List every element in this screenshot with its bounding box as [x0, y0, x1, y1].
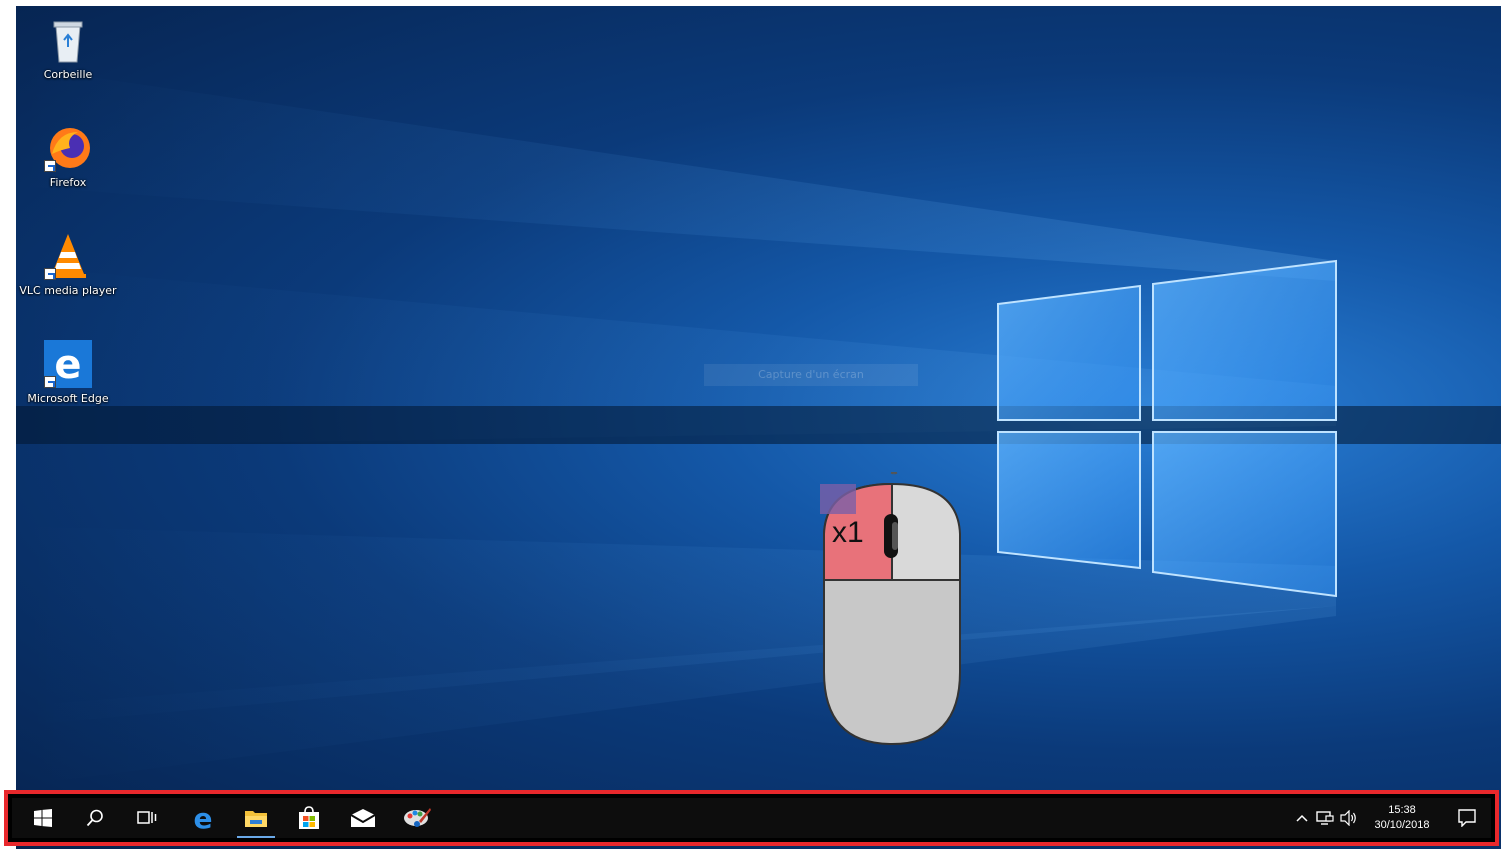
- clock-time: 15:38: [1388, 804, 1416, 816]
- taskbar: e 15:38 30/10/2018: [12, 798, 1491, 838]
- desktop-icon-label: Corbeille: [43, 68, 93, 81]
- task-view-button[interactable]: [122, 798, 172, 838]
- desktop[interactable]: Corbeille Firefox VLC media player e Mic…: [16, 6, 1501, 849]
- chevron-up-icon: [1296, 814, 1308, 822]
- start-button[interactable]: [18, 798, 68, 838]
- mouse-click-indicator: [820, 472, 961, 746]
- file-explorer-icon: [245, 811, 267, 827]
- task-view-icon: [137, 811, 157, 824]
- network-icon: [1316, 811, 1334, 825]
- taskbar-paint-button[interactable]: [392, 798, 442, 838]
- clock[interactable]: 15:38 30/10/2018: [1366, 803, 1438, 833]
- firefox-icon: [44, 124, 92, 172]
- capture-hint: Capture d'un écran: [704, 364, 918, 386]
- svg-text:e: e: [54, 342, 81, 388]
- edge-icon: e: [44, 340, 92, 388]
- desktop-icon-label: Microsoft Edge: [27, 392, 109, 405]
- search-icon: [86, 809, 103, 827]
- action-center-button[interactable]: [1450, 798, 1484, 838]
- paint-icon: [404, 808, 431, 827]
- mail-icon: [350, 809, 376, 827]
- desktop-icon-label: Firefox: [49, 176, 87, 189]
- clock-date: 30/10/2018: [1374, 819, 1430, 831]
- action-center-icon: [1458, 809, 1476, 827]
- show-hidden-icons-button[interactable]: [1292, 798, 1312, 838]
- desktop-icon-label: VLC media player: [19, 284, 117, 297]
- recycle-bin-icon: [44, 16, 92, 64]
- network-button[interactable]: [1314, 798, 1336, 838]
- desktop-icon-vlc[interactable]: VLC media player: [16, 232, 120, 297]
- volume-icon: [1340, 810, 1356, 826]
- vlc-icon: [44, 232, 92, 280]
- taskbar-mail-button[interactable]: [338, 798, 388, 838]
- shortcut-arrow-icon: [44, 160, 56, 172]
- search-button[interactable]: [70, 798, 120, 838]
- taskbar-edge-button[interactable]: e: [178, 798, 228, 838]
- desktop-icon-edge[interactable]: e Microsoft Edge: [16, 340, 120, 405]
- store-icon: [299, 806, 319, 829]
- edge-icon: e: [194, 805, 213, 831]
- taskbar-file-explorer-button[interactable]: [231, 798, 281, 838]
- shortcut-arrow-icon: [44, 268, 56, 280]
- taskbar-store-button[interactable]: [284, 798, 334, 838]
- volume-button[interactable]: [1338, 798, 1360, 838]
- desktop-icon-firefox[interactable]: Firefox: [16, 124, 120, 189]
- shortcut-arrow-icon: [44, 376, 56, 388]
- desktop-icon-recycle-bin[interactable]: Corbeille: [16, 16, 120, 81]
- windows-start-icon: [34, 809, 52, 827]
- wallpaper: [16, 66, 1501, 786]
- click-count-label: x1: [832, 516, 864, 549]
- svg-text:e: e: [194, 805, 213, 831]
